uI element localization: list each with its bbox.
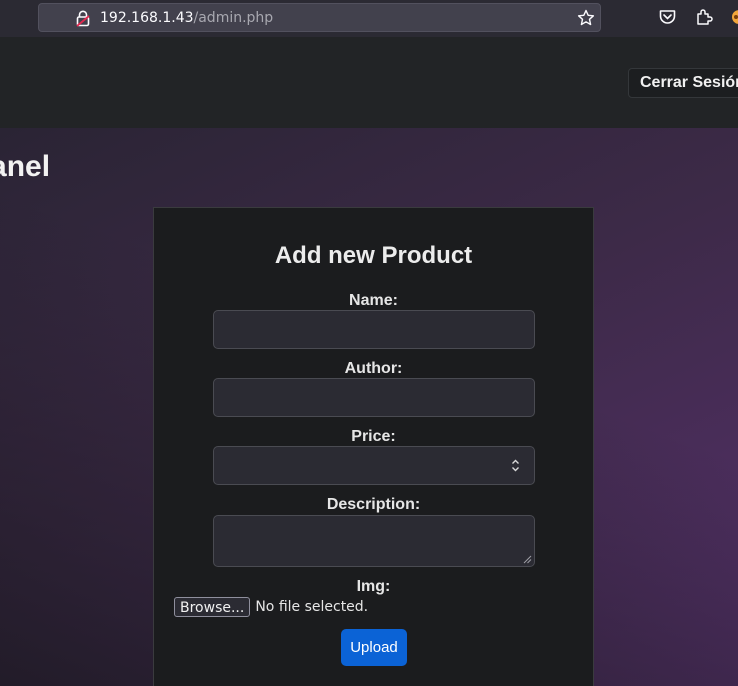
price-label: Price: — [351, 428, 396, 445]
url-text: 192.168.1.43/admin.php — [100, 10, 273, 26]
price-input[interactable] — [213, 446, 535, 485]
name-label: Name: — [349, 292, 398, 309]
resize-handle-icon[interactable] — [523, 555, 532, 564]
file-input: Browse... No file selected. — [174, 597, 368, 617]
author-label: Author: — [344, 360, 403, 377]
page-title: Panel — [0, 150, 51, 183]
add-product-card: Add new Product Name: Author: Price: Des… — [153, 207, 594, 686]
url-host: 192.168.1.43 — [100, 10, 194, 26]
img-label: Img: — [356, 578, 391, 595]
author-input[interactable] — [213, 378, 535, 417]
lock-icon[interactable] — [76, 10, 90, 27]
file-status: No file selected. — [255, 599, 369, 615]
main-area: Panel Add new Product Name: Author: Pric… — [0, 128, 738, 686]
form-title: Add new Product — [274, 242, 473, 269]
upload-button[interactable]: Upload — [341, 629, 407, 666]
address-bar[interactable]: 192.168.1.43/admin.php — [38, 3, 601, 32]
extension-badge-icon[interactable] — [731, 9, 738, 25]
bookmark-star-icon[interactable] — [577, 9, 595, 27]
browse-button[interactable]: Browse... — [174, 597, 251, 617]
description-textarea[interactable] — [213, 515, 535, 567]
name-input[interactable] — [213, 310, 535, 349]
logout-button[interactable]: Cerrar Sesión — [628, 68, 738, 98]
spinner-arrows-icon[interactable] — [511, 458, 520, 473]
description-label: Description: — [326, 496, 421, 513]
extensions-icon[interactable] — [696, 8, 713, 26]
url-path: /admin.php — [193, 10, 274, 26]
pocket-icon[interactable] — [659, 9, 676, 25]
browser-toolbar: 192.168.1.43/admin.php — [0, 0, 738, 37]
